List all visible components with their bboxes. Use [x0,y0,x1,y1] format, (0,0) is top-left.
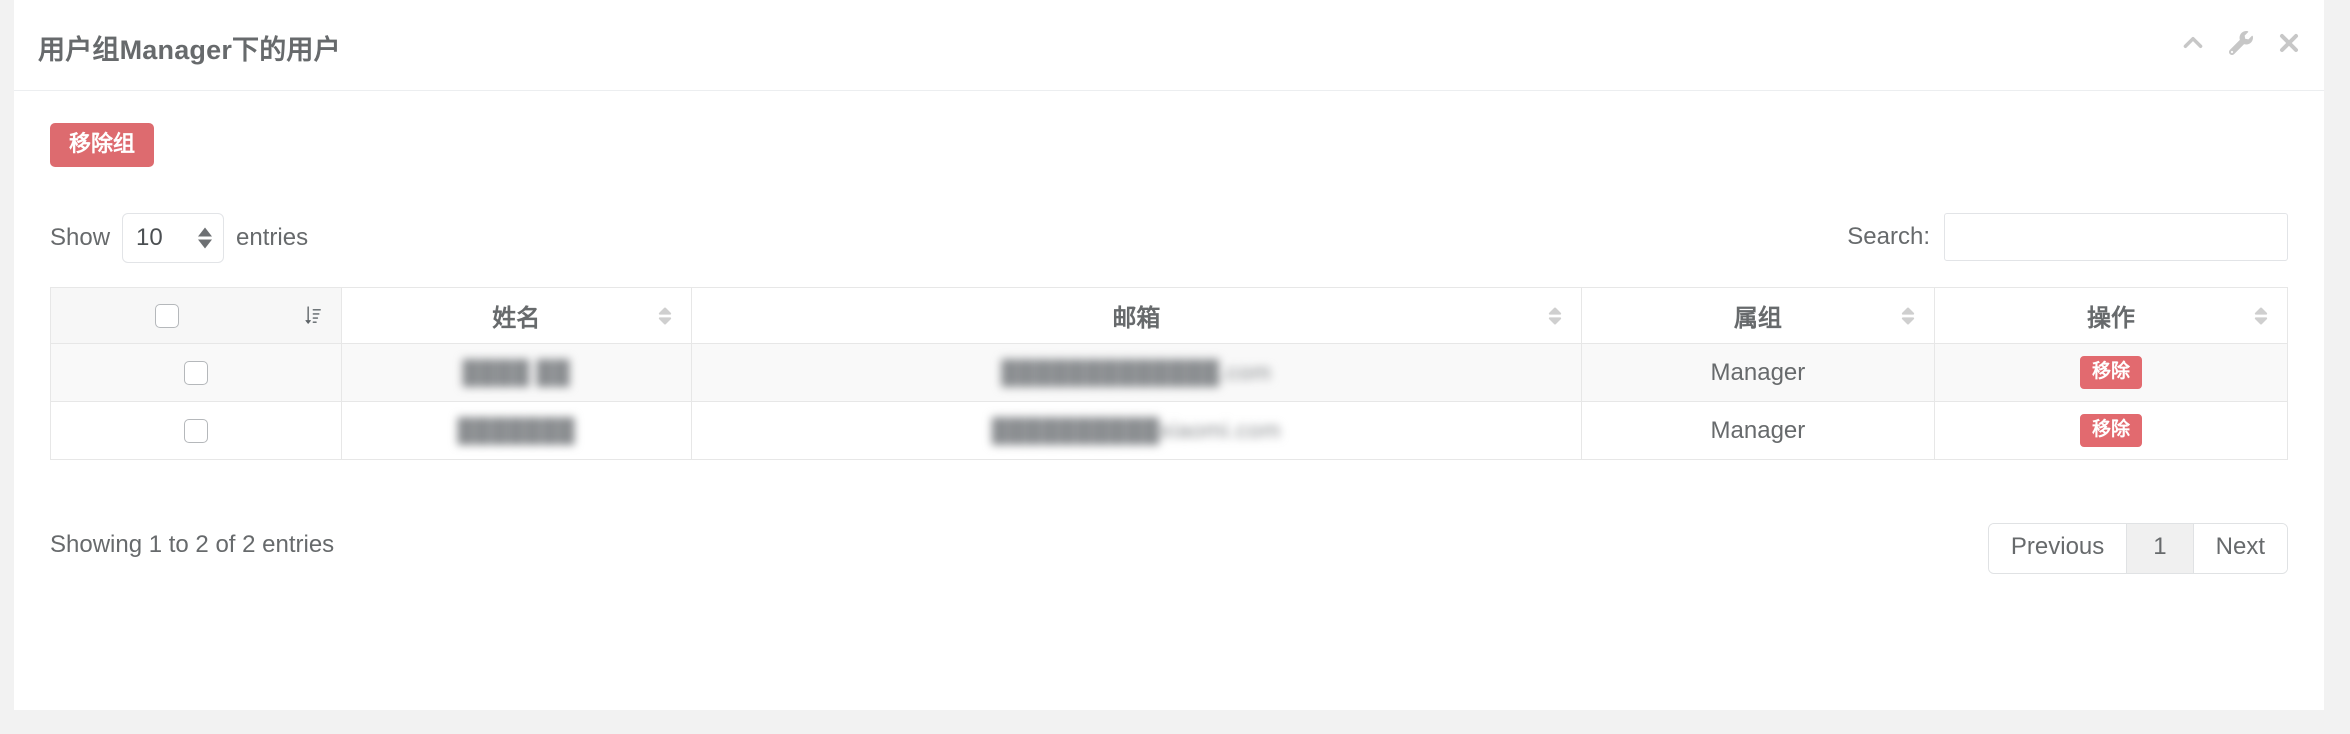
panel-tools [2180,30,2302,56]
row-operations-cell: 移除 [1933,401,2289,460]
row-operations-cell: 移除 [1933,343,2289,402]
column-header-group-label: 属组 [1733,305,1782,332]
user-group-panel: 用户组Manager下的用户 移除组 Show 10 entries Searc… [14,0,2324,710]
pagination-next[interactable]: Next [2193,524,2287,573]
search-filter: Search: [1847,213,2288,261]
users-table-wrap: 姓名 邮箱 属组 操作 ████ ██ █████████████.com Ma… [50,287,2289,460]
column-header-name[interactable]: 姓名 [340,287,692,344]
entries-length-control: Show 10 entries [50,213,308,263]
column-header-select[interactable] [50,287,342,344]
sort-icon [2251,305,2271,327]
row-name-cell: ████ ██ [340,343,692,402]
user-email: ██████████xiaomi.com [991,416,1281,443]
row-group-cell: Manager [1580,401,1935,460]
column-header-email[interactable]: 邮箱 [690,287,1582,344]
user-name: ████ ██ [462,358,571,385]
row-checkbox[interactable] [183,419,208,444]
page-title: 用户组Manager下的用户 [38,35,341,65]
users-table: 姓名 邮箱 属组 操作 ████ ██ █████████████.com Ma… [50,287,2289,460]
row-checkbox[interactable] [183,361,208,386]
column-header-group[interactable]: 属组 [1580,287,1935,344]
sort-icon [1898,305,1918,327]
row-group-cell: Manager [1580,343,1935,402]
sort-icon [655,305,675,327]
search-label: Search: [1847,223,1930,250]
table-header-row: 姓名 邮箱 属组 操作 [50,287,2289,344]
pagination: Previous 1 Next [1987,523,2288,574]
sort-amount-desc-icon [303,305,325,327]
column-header-operations-label: 操作 [2086,305,2135,332]
sort-icon [1545,305,1565,327]
row-select-cell[interactable] [50,401,342,460]
row-select-cell[interactable] [50,343,342,402]
column-header-operations[interactable]: 操作 [1933,287,2289,344]
row-email-cell: ██████████xiaomi.com [690,401,1582,460]
user-email: █████████████.com [1001,358,1272,385]
collapse-icon[interactable] [2180,30,2206,56]
row-email-cell: █████████████.com [690,343,1582,402]
column-header-name-label: 姓名 [492,305,541,332]
datatable-footer: Showing 1 to 2 of 2 entries Previous 1 N… [50,523,2288,579]
table-body: ████ ██ █████████████.com Manager 移除 ███… [50,343,2289,460]
pagination-page-1[interactable]: 1 [2127,524,2194,573]
user-name: ███████ [457,416,576,443]
entries-label: entries [236,224,309,251]
table-row: ███████ ██████████xiaomi.com Manager 移除 [50,401,2289,460]
entries-info: Showing 1 to 2 of 2 entries [50,531,335,558]
search-input[interactable] [1944,213,2288,261]
entries-per-page-value: 10 [136,224,163,251]
select-all-checkbox[interactable] [154,304,179,329]
remove-user-button[interactable]: 移除 [2079,356,2142,389]
column-header-email-label: 邮箱 [1112,305,1161,332]
datatable-controls: Show 10 entries Search: [50,213,2288,263]
entries-per-page-select[interactable]: 10 [122,213,225,263]
close-icon[interactable] [2276,30,2302,56]
wrench-icon[interactable] [2228,30,2254,56]
row-name-cell: ███████ [340,401,692,460]
show-label: Show [50,224,111,251]
remove-user-button[interactable]: 移除 [2079,414,2142,447]
table-head: 姓名 邮箱 属组 操作 [50,287,2289,344]
table-row: ████ ██ █████████████.com Manager 移除 [50,343,2289,402]
remove-group-button[interactable]: 移除组 [50,123,155,167]
panel-header: 用户组Manager下的用户 [14,0,2324,91]
stepper-arrows-icon[interactable] [198,227,213,249]
pagination-previous[interactable]: Previous [1988,524,2128,573]
